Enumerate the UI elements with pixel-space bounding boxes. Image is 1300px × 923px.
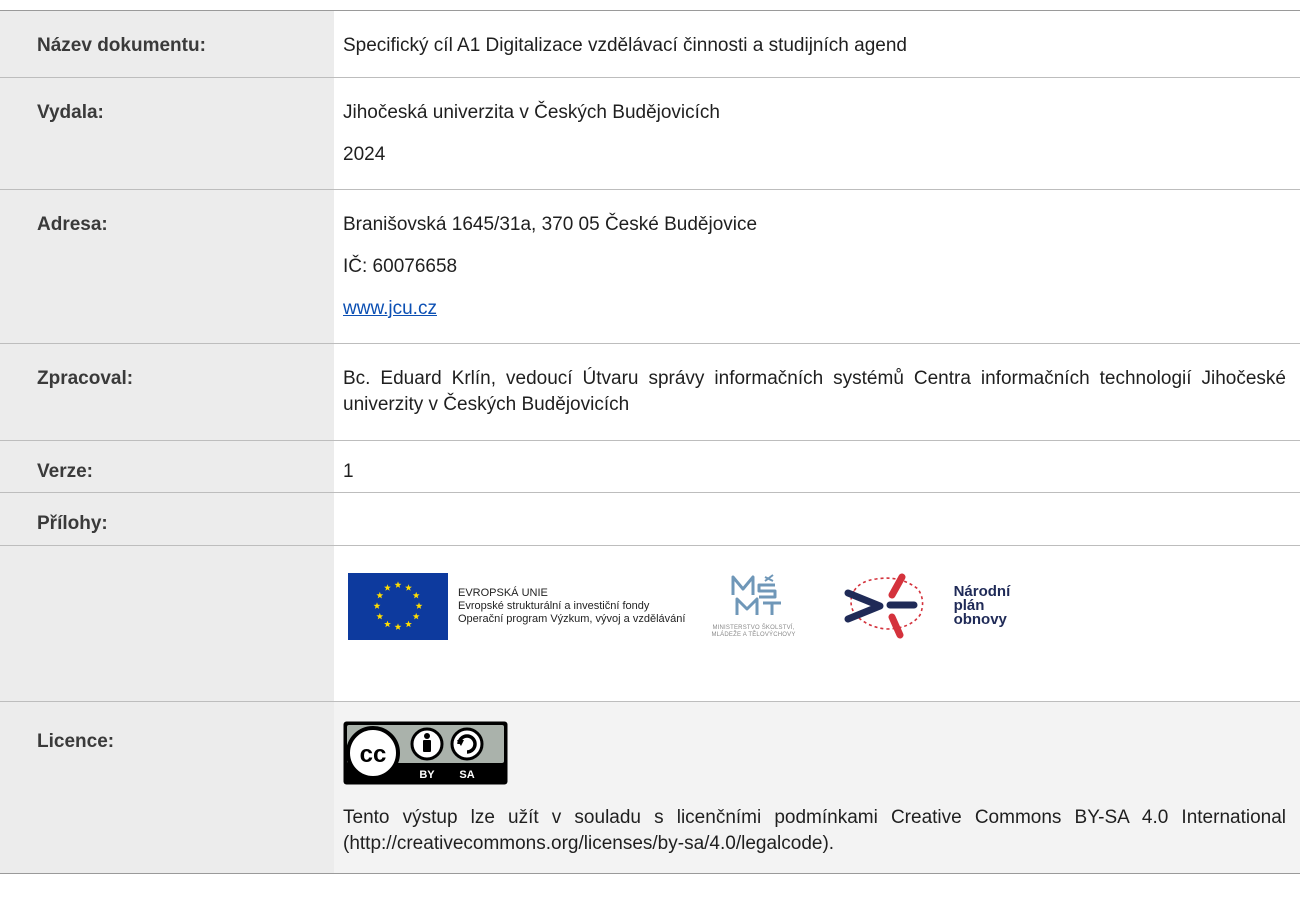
value-licence: cc BY SA Tento výstup lze užít v souladu…	[334, 701, 1300, 874]
value-vydala: Jihočeská univerzita v Českých Budějovic…	[334, 78, 1300, 190]
eu-star-icon	[376, 591, 384, 598]
jcu-website-link[interactable]: www.jcu.cz	[343, 298, 437, 319]
eu-star-icon	[376, 612, 384, 619]
value-nazev-dokumentu: Specifický cíl A1 Digitalizace vzdělávac…	[343, 35, 907, 56]
msmt-caption-line: MLÁDEŽE A TĚLOVÝCHOVY	[711, 632, 796, 638]
eu-caption-line: EVROPSKÁ UNIE	[458, 586, 548, 599]
vydala-publisher: Jihočeská univerzita v Českých Budějovic…	[343, 102, 721, 123]
svg-text:cc: cc	[360, 741, 387, 768]
row-verze: Verze: 1	[0, 440, 1300, 493]
row-adresa: Adresa: Branišovská 1645/31a, 370 05 Čes…	[0, 189, 1300, 344]
adresa-ico: IČ: 60076658	[343, 256, 458, 277]
label-zpracoval: Zpracoval:	[0, 343, 334, 441]
cc-sa-label: SA	[459, 769, 474, 781]
eu-star-icon	[415, 601, 423, 609]
eu-star-icon	[384, 620, 391, 627]
msmt-logo: MINISTERSTVO ŠKOLSTVÍ, MLÁDEŽE A TĚLOVÝC…	[711, 573, 795, 639]
cc-by-label: BY	[419, 769, 435, 781]
eu-star-icon	[405, 620, 412, 627]
partner-logos: EVROPSKÁ UNIE Evropské strukturální a in…	[343, 546, 1286, 646]
eu-caption-line: Operační program Výzkum, vývoj a vzděláv…	[458, 612, 686, 625]
label-verze: Verze:	[0, 440, 334, 493]
row-licence: Licence: cc BY SA Tento výstup lze užít …	[0, 701, 1300, 874]
vydala-year: 2024	[343, 144, 386, 165]
msmt-emblem-icon	[731, 574, 781, 615]
row-zpracoval: Zpracoval: Bc. Eduard Krlín, vedoucí Útv…	[0, 343, 1300, 441]
adresa-street: Branišovská 1645/31a, 370 05 České Buděj…	[343, 214, 758, 235]
eu-caption: EVROPSKÁ UNIE Evropské strukturální a in…	[458, 587, 685, 626]
eu-star-icon	[412, 612, 420, 619]
npo-emblem-icon	[844, 573, 923, 639]
row-prilohy: Přílohy:	[0, 492, 1300, 546]
document-info-table: Název dokumentu: Specifický cíl A1 Digit…	[0, 10, 1300, 874]
eu-caption-line: Evropské strukturální a investiční fondy	[458, 599, 650, 612]
npo-caption: Národní plán obnovy	[953, 584, 1011, 628]
value-verze: 1	[343, 461, 354, 482]
eu-star-icon	[373, 601, 381, 609]
eu-stars-icon	[373, 580, 423, 630]
label-licence: Licence:	[0, 701, 334, 874]
msmt-caption-line: MINISTERSTVO ŠKOLSTVÍ,	[712, 625, 795, 631]
eu-logo: EVROPSKÁ UNIE Evropské strukturální a in…	[348, 572, 685, 640]
eu-star-icon	[384, 583, 391, 591]
eu-flag-icon	[348, 572, 448, 640]
eu-star-icon	[394, 622, 402, 630]
eu-star-icon	[405, 583, 412, 591]
label-vydala: Vydala:	[0, 77, 334, 190]
eu-star-icon	[394, 580, 402, 588]
npo-logo: Národní plán obnovy	[840, 571, 1011, 641]
label-prilohy: Přílohy:	[0, 492, 334, 546]
row-vydala: Vydala: Jihočeská univerzita v Českých B…	[0, 77, 1300, 190]
licence-text: Tento výstup lze užít v souladu s licenč…	[343, 807, 1286, 854]
value-zpracoval: Bc. Eduard Krlín, vedoucí Útvaru správy …	[343, 368, 1286, 415]
label-adresa: Adresa:	[0, 189, 334, 344]
npo-caption-line: obnovy	[953, 611, 1007, 628]
value-prilohy	[334, 493, 1300, 546]
row-logos: EVROPSKÁ UNIE Evropské strukturální a in…	[0, 545, 1300, 702]
label-nazev-dokumentu: Název dokumentu:	[0, 10, 334, 78]
eu-star-icon	[412, 591, 420, 598]
cc-by-sa-license-icon: cc BY SA	[343, 721, 508, 785]
value-logos: EVROPSKÁ UNIE Evropské strukturální a in…	[334, 546, 1300, 702]
row-nazev-dokumentu: Název dokumentu: Specifický cíl A1 Digit…	[0, 10, 1300, 78]
label-logos-empty	[0, 545, 334, 702]
value-adresa: Branišovská 1645/31a, 370 05 České Buděj…	[334, 190, 1300, 344]
